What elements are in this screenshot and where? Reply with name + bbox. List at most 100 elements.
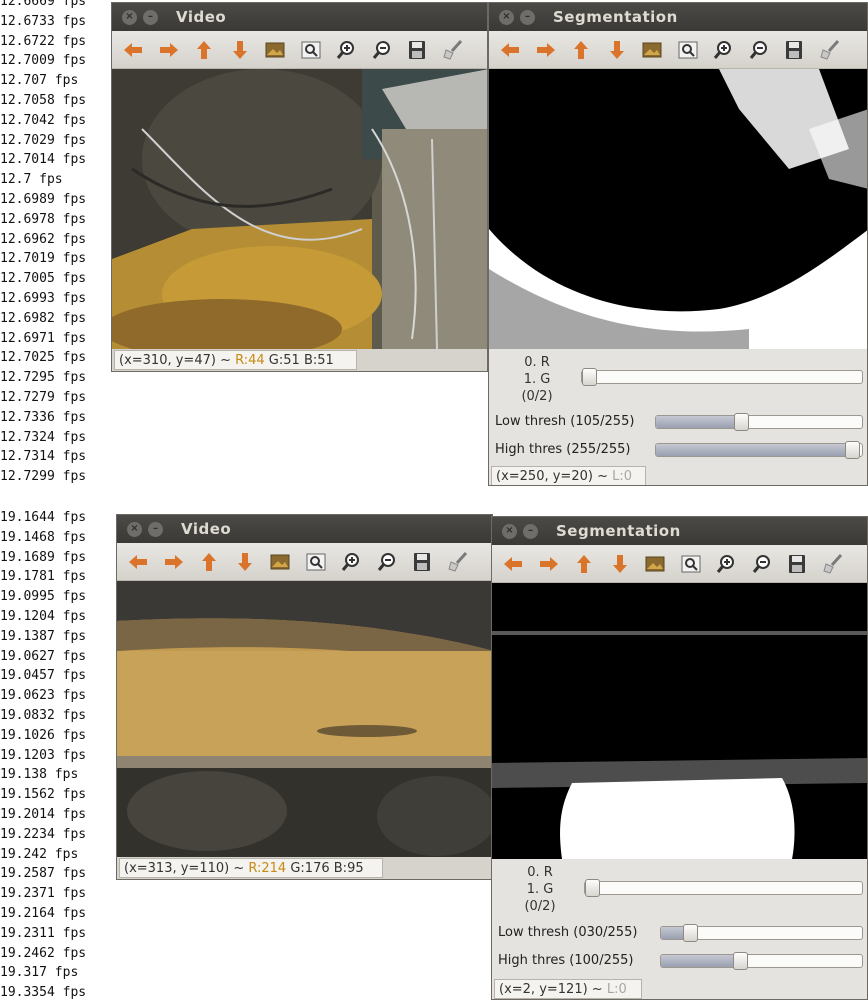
save-button[interactable]	[407, 547, 437, 577]
video-titlebar[interactable]: × – Video	[112, 3, 487, 31]
slider-handle[interactable]	[585, 879, 600, 897]
arrow-right-button[interactable]	[531, 35, 561, 65]
save-button[interactable]	[402, 35, 432, 65]
fps-line: 19.1689 fps	[0, 549, 87, 565]
low-thresh-slider[interactable]	[655, 413, 863, 431]
zoom-fit-button[interactable]	[296, 35, 326, 65]
low-thresh-label: Low thresh (030/255)	[498, 925, 638, 940]
arrow-down-button[interactable]	[602, 35, 632, 65]
arrow-down-button[interactable]	[230, 547, 260, 577]
arrow-right-icon	[536, 42, 555, 57]
arrow-down-button[interactable]	[605, 549, 635, 579]
fps-line: 19.1562 fps	[0, 787, 87, 803]
window-title: Video	[176, 8, 227, 26]
slider-handle[interactable]	[683, 924, 698, 942]
video-status-bar: (x=310, y=47) ~ R:44 G:51 B:51	[114, 350, 357, 370]
arrow-left-button[interactable]	[118, 35, 148, 65]
arrow-up-button[interactable]	[569, 549, 599, 579]
arrow-left-button[interactable]	[495, 35, 525, 65]
video-frame[interactable]	[117, 581, 492, 857]
zoom-fit-button[interactable]	[301, 547, 331, 577]
zoom-out-button[interactable]	[367, 35, 397, 65]
segmentation-titlebar[interactable]: × – Segmentation	[489, 3, 867, 31]
arrow-left-button[interactable]	[498, 549, 528, 579]
zoom-fit-button[interactable]	[673, 35, 703, 65]
zoom-out-button[interactable]	[744, 35, 774, 65]
zoom-fit-icon	[301, 41, 320, 58]
zoom-out-button[interactable]	[372, 547, 402, 577]
video-toolbar	[112, 31, 487, 69]
image-button[interactable]	[265, 547, 295, 577]
zoom-out-icon	[752, 554, 770, 573]
fps-line: 19.1468 fps	[0, 529, 87, 545]
arrow-down-button[interactable]	[225, 35, 255, 65]
zoom-in-button[interactable]	[336, 547, 366, 577]
image-button[interactable]	[640, 549, 670, 579]
segmentation-titlebar[interactable]: × – Segmentation	[492, 517, 867, 545]
close-button[interactable]: ×	[122, 9, 137, 25]
close-button[interactable]: ×	[502, 523, 517, 539]
clear-brush-button[interactable]	[815, 35, 845, 65]
arrow-up-button[interactable]	[194, 547, 224, 577]
arrow-left-button[interactable]	[123, 547, 153, 577]
zoom-in-icon	[336, 40, 354, 59]
clear-brush-button[interactable]	[818, 549, 848, 579]
slider-handle[interactable]	[734, 413, 749, 431]
arrow-right-button[interactable]	[154, 35, 184, 65]
close-button[interactable]: ×	[499, 9, 514, 25]
arrow-up-button[interactable]	[189, 35, 219, 65]
channel-value-label: (0/2)	[524, 899, 556, 914]
channel-slider[interactable]	[581, 368, 863, 386]
zoom-fit-button[interactable]	[676, 549, 706, 579]
mask-image	[492, 583, 867, 859]
zoom-in-button[interactable]	[331, 35, 361, 65]
slider-handle[interactable]	[733, 952, 748, 970]
arrow-right-button[interactable]	[159, 547, 189, 577]
low-thresh-slider[interactable]	[660, 924, 863, 942]
segmentation-toolbar	[489, 31, 867, 69]
image-icon	[270, 554, 290, 569]
clear-brush-button[interactable]	[438, 35, 468, 65]
high-thresh-slider[interactable]	[660, 952, 863, 970]
clear-brush-button[interactable]	[443, 547, 473, 577]
save-button[interactable]	[782, 549, 812, 579]
channel-slider[interactable]	[584, 879, 863, 897]
zoom-in-icon	[713, 40, 731, 59]
high-thresh-slider[interactable]	[655, 441, 863, 459]
status-g: G:51	[268, 353, 300, 368]
segmentation-status-bar: (x=2, y=121) ~ L:0	[494, 979, 642, 999]
minimize-button[interactable]: –	[520, 9, 535, 25]
fps-line: 12.6669 fps	[0, 0, 87, 9]
arrow-left-icon	[124, 42, 142, 57]
fps-line: 19.0995 fps	[0, 589, 87, 605]
channel-option-g: 1. G	[523, 372, 551, 387]
fps-line: 19.0623 fps	[0, 688, 87, 704]
zoom-in-button[interactable]	[708, 35, 738, 65]
arrow-right-icon	[539, 556, 558, 571]
camera-image	[112, 69, 487, 349]
zoom-out-button[interactable]	[747, 549, 777, 579]
image-button[interactable]	[637, 35, 667, 65]
segmentation-frame[interactable]	[492, 583, 867, 859]
close-button[interactable]: ×	[127, 521, 142, 537]
minimize-button[interactable]: –	[523, 523, 538, 539]
status-l: L:0	[612, 469, 632, 484]
fps-line: 19.0627 fps	[0, 648, 87, 664]
minimize-button[interactable]: –	[148, 521, 163, 537]
arrow-up-button[interactable]	[566, 35, 596, 65]
fps-log-top: 12.6669 fps 12.6733 fps 12.6722 fps 12.7009…	[0, 0, 110, 487]
arrow-right-button[interactable]	[534, 549, 564, 579]
segmentation-frame[interactable]	[489, 69, 867, 349]
slider-handle[interactable]	[582, 368, 597, 386]
slider-handle[interactable]	[845, 441, 860, 459]
high-thresh-label: High thres (255/255)	[495, 442, 631, 457]
fps-line: 19.0457 fps	[0, 668, 87, 684]
image-button[interactable]	[260, 35, 290, 65]
video-frame[interactable]	[112, 69, 487, 349]
zoom-in-button[interactable]	[711, 549, 741, 579]
save-button[interactable]	[779, 35, 809, 65]
video-titlebar[interactable]: × – Video	[117, 515, 492, 543]
window-title: Segmentation	[556, 522, 681, 540]
minimize-button[interactable]: –	[143, 9, 158, 25]
zoom-in-icon	[716, 554, 734, 573]
